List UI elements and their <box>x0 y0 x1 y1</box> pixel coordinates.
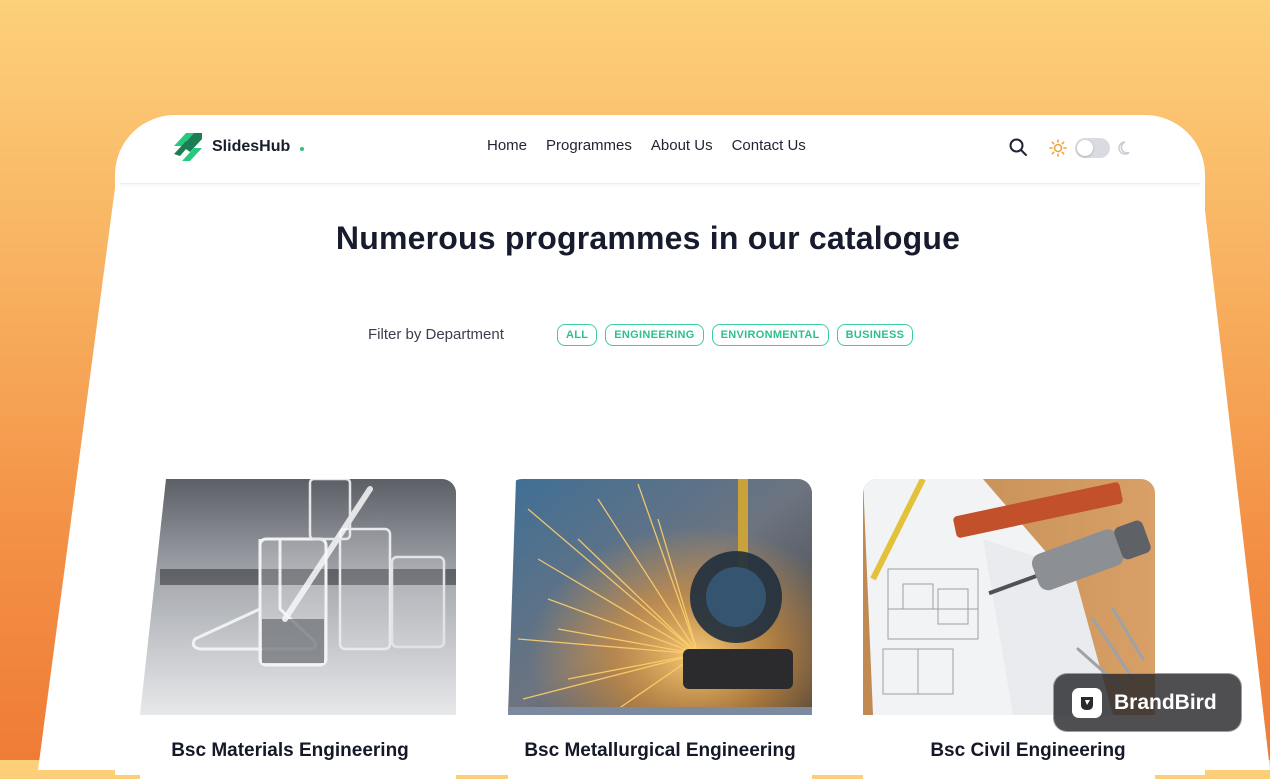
search-icon[interactable] <box>1008 137 1028 157</box>
programme-card-metallurgical[interactable] <box>508 479 812 779</box>
programme-image-welding-sparks <box>508 479 812 715</box>
nav-about-us[interactable]: About Us <box>651 137 713 154</box>
brandbird-text: BrandBird <box>1114 690 1217 714</box>
filter-chip-all[interactable]: ALL <box>557 324 598 346</box>
brand-name: SlidesHub <box>212 138 291 155</box>
department-filters: ALL ENGINEERING ENVIRONMENTAL BUSINESS <box>557 324 914 346</box>
filter-chip-environmental[interactable]: ENVIRONMENTAL <box>711 324 829 346</box>
brand-logo[interactable]: SlidesHub <box>172 130 305 164</box>
theme-toggle[interactable] <box>1075 138 1110 158</box>
programme-title-civil[interactable]: Bsc Civil Engineering <box>878 740 1178 762</box>
filter-label: Filter by Department <box>368 326 504 343</box>
brandbird-logo-icon <box>1072 687 1102 718</box>
programme-title-metallurgical[interactable]: Bsc Metallurgical Engineering <box>508 740 812 762</box>
nav-home[interactable]: Home <box>487 137 527 154</box>
programme-card-civil[interactable] <box>863 479 1155 779</box>
brandbird-watermark: BrandBird <box>1053 673 1242 732</box>
programme-image-lab-glassware <box>140 479 456 715</box>
moon-icon <box>1118 141 1130 155</box>
nav-contact-us[interactable]: Contact Us <box>732 137 806 154</box>
filter-chip-business[interactable]: BUSINESS <box>836 324 914 346</box>
nav-programmes[interactable]: Programmes <box>546 137 632 154</box>
programme-title-materials[interactable]: Bsc Materials Engineering <box>140 740 440 762</box>
main-nav: Home Programmes About Us Contact Us <box>487 137 806 154</box>
brand-dot <box>300 146 305 151</box>
filter-chip-engineering[interactable]: ENGINEERING <box>605 324 704 346</box>
page-headline: Numerous programmes in our catalogue <box>335 220 961 256</box>
slideshub-logo-icon <box>174 133 202 161</box>
programme-card-materials[interactable] <box>140 479 456 779</box>
theme-toggle-knob <box>1077 140 1093 156</box>
sun-icon <box>1049 139 1067 157</box>
